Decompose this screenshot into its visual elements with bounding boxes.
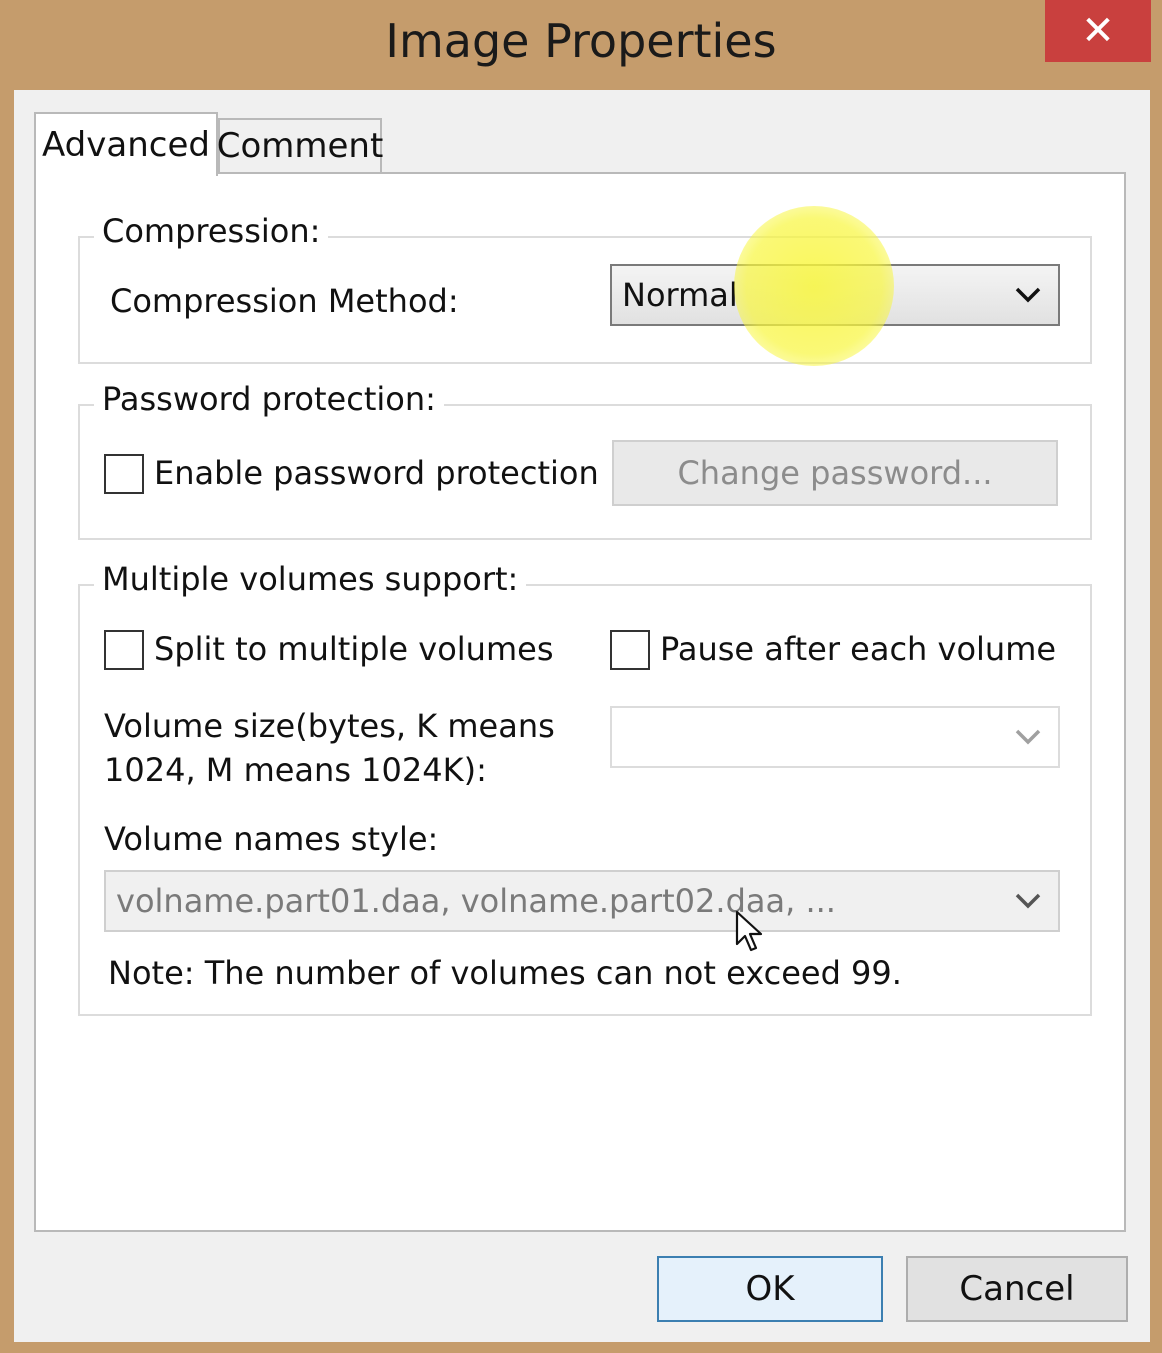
volume-size-label-line2: 1024, M means 1024K): xyxy=(104,751,487,789)
multiple-volumes-legend: Multiple volumes support: xyxy=(94,560,527,598)
pause-after-volume-label[interactable]: Pause after each volume xyxy=(660,630,1056,668)
chevron-down-icon xyxy=(998,892,1058,910)
volumes-note-prefix: Note: xyxy=(108,954,195,992)
title-bar: Image Properties ✕ xyxy=(0,0,1162,92)
close-button[interactable]: ✕ xyxy=(1045,0,1151,62)
advanced-tab-panel: Compression: Compression Method: Normal … xyxy=(34,172,1126,1232)
volume-size-label-line1: Volume size(bytes, K means xyxy=(104,707,555,745)
volumes-note-text: The number of volumes can not exceed 99. xyxy=(194,954,902,992)
volume-names-style-value: volname.part01.daa, volname.part02.daa, … xyxy=(116,882,836,920)
split-volumes-checkbox[interactable] xyxy=(104,630,144,670)
enable-password-checkbox[interactable] xyxy=(104,454,144,494)
window-title: Image Properties xyxy=(385,14,777,68)
tab-advanced[interactable]: Advanced xyxy=(34,112,218,176)
compression-method-value: Normal xyxy=(622,276,738,314)
cancel-button[interactable]: Cancel xyxy=(906,1256,1128,1322)
mouse-cursor-icon xyxy=(735,910,763,952)
compression-method-label: Compression Method: xyxy=(110,282,459,320)
password-group: Password protection: Enable password pro… xyxy=(78,380,1092,540)
tab-comment-label: Comment xyxy=(216,126,384,166)
volume-size-select[interactable] xyxy=(610,706,1060,768)
pause-after-volume-checkbox[interactable] xyxy=(610,630,650,670)
compression-group: Compression: Compression Method: Normal xyxy=(78,212,1092,364)
enable-password-label[interactable]: Enable password protection xyxy=(154,454,599,492)
tab-comment[interactable]: Comment xyxy=(216,118,384,172)
change-password-button[interactable]: Change password... xyxy=(612,440,1058,506)
chevron-down-icon xyxy=(998,728,1058,746)
ok-button[interactable]: OK xyxy=(657,1256,883,1322)
close-icon: ✕ xyxy=(1081,8,1115,54)
chevron-down-icon xyxy=(998,286,1058,304)
tab-advanced-label: Advanced xyxy=(42,125,210,165)
volumes-note: Note: The number of volumes can not exce… xyxy=(108,954,902,992)
password-legend: Password protection: xyxy=(94,380,444,418)
multiple-volumes-group: Multiple volumes support: Split to multi… xyxy=(78,560,1092,1016)
split-volumes-label[interactable]: Split to multiple volumes xyxy=(154,630,553,668)
volume-names-style-label: Volume names style: xyxy=(104,820,439,858)
volume-names-style-select[interactable]: volname.part01.daa, volname.part02.daa, … xyxy=(104,870,1060,932)
compression-method-select[interactable]: Normal xyxy=(610,264,1060,326)
compression-legend: Compression: xyxy=(94,212,329,250)
dialog-body: Advanced Comment Compression: Compressio… xyxy=(14,90,1150,1342)
volume-size-label: Volume size(bytes, K means 1024, M means… xyxy=(104,704,555,792)
